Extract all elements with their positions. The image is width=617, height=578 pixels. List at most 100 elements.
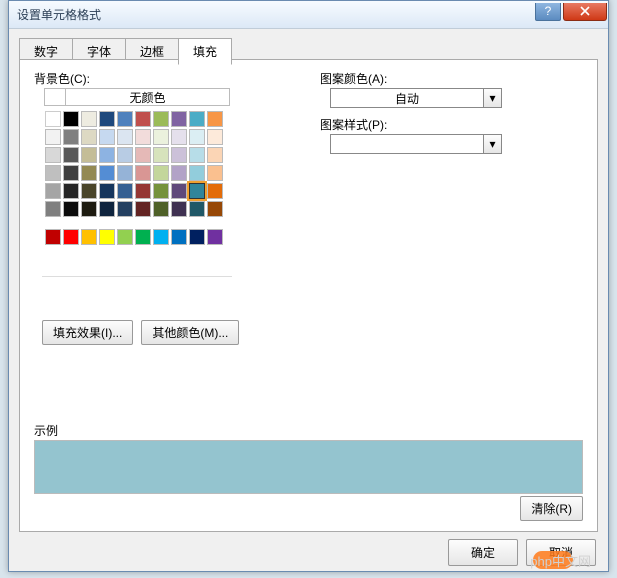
color-swatch[interactable] xyxy=(117,129,133,145)
tab-panel-fill: 背景色(C): 无颜色 填充效果(I)... 其他颜色(M)... 图案颜色(A… xyxy=(19,59,598,532)
color-swatch[interactable] xyxy=(207,165,223,181)
color-swatch[interactable] xyxy=(153,183,169,199)
color-swatch[interactable] xyxy=(81,129,97,145)
color-swatch[interactable] xyxy=(117,183,133,199)
color-swatch[interactable] xyxy=(135,201,151,217)
color-swatch[interactable] xyxy=(45,165,61,181)
color-swatch[interactable] xyxy=(135,183,151,199)
color-swatch[interactable] xyxy=(99,147,115,163)
no-color-swatch[interactable] xyxy=(45,89,65,105)
color-swatch[interactable] xyxy=(63,201,79,217)
color-swatch[interactable] xyxy=(45,129,61,145)
color-swatch[interactable] xyxy=(189,111,205,127)
color-swatch[interactable] xyxy=(63,111,79,127)
color-swatch[interactable] xyxy=(189,147,205,163)
no-color-row[interactable]: 无颜色 xyxy=(44,88,230,106)
pattern-style-select[interactable]: ▾ xyxy=(330,134,502,154)
color-swatch[interactable] xyxy=(135,111,151,127)
color-swatch[interactable] xyxy=(99,129,115,145)
color-swatch[interactable] xyxy=(189,201,205,217)
sample-preview xyxy=(34,440,583,494)
client-area: 数字 字体 边框 填充 背景色(C): 无颜色 填充效果(I)... 其他颜色(… xyxy=(9,29,608,571)
color-swatch[interactable] xyxy=(81,183,97,199)
window-title: 设置单元格格式 xyxy=(17,6,535,23)
color-swatch[interactable] xyxy=(81,165,97,181)
color-swatch[interactable] xyxy=(63,229,79,245)
close-icon xyxy=(580,6,590,16)
pattern-style-value xyxy=(331,135,483,153)
color-swatch[interactable] xyxy=(207,111,223,127)
color-swatch[interactable] xyxy=(171,201,187,217)
color-swatch[interactable] xyxy=(81,229,97,245)
color-swatch[interactable] xyxy=(171,165,187,181)
watermark-badge xyxy=(533,551,573,569)
pattern-color-value: 自动 xyxy=(331,90,483,107)
color-swatch[interactable] xyxy=(171,147,187,163)
color-swatch[interactable] xyxy=(135,165,151,181)
color-swatch[interactable] xyxy=(99,111,115,127)
color-swatch[interactable] xyxy=(207,129,223,145)
dialog-footer: 确定 取消 xyxy=(9,533,608,571)
color-swatch[interactable] xyxy=(153,201,169,217)
color-swatch[interactable] xyxy=(189,165,205,181)
background-color-label: 背景色(C): xyxy=(34,70,90,87)
color-swatch[interactable] xyxy=(207,201,223,217)
color-swatch[interactable] xyxy=(171,111,187,127)
help-button[interactable]: ? xyxy=(535,3,561,21)
color-swatch[interactable] xyxy=(99,201,115,217)
titlebar[interactable]: 设置单元格格式 ? xyxy=(9,1,608,29)
fill-effects-button[interactable]: 填充效果(I)... xyxy=(42,320,133,345)
color-swatch-grid xyxy=(44,110,230,246)
color-swatch[interactable] xyxy=(99,165,115,181)
color-swatch[interactable] xyxy=(207,147,223,163)
color-swatch[interactable] xyxy=(189,129,205,145)
dialog-format-cells: 设置单元格格式 ? 数字 字体 边框 填充 背景色(C): 无颜色 填充效果(I… xyxy=(8,0,609,572)
more-colors-button[interactable]: 其他颜色(M)... xyxy=(141,320,239,345)
color-swatch[interactable] xyxy=(207,183,223,199)
close-button[interactable] xyxy=(563,3,607,21)
color-swatch[interactable] xyxy=(153,229,169,245)
color-swatch[interactable] xyxy=(45,111,61,127)
color-swatch[interactable] xyxy=(45,147,61,163)
color-swatch[interactable] xyxy=(63,165,79,181)
pattern-style-label: 图案样式(P): xyxy=(320,116,387,133)
color-swatch[interactable] xyxy=(171,129,187,145)
color-swatch[interactable] xyxy=(45,183,61,199)
color-swatch[interactable] xyxy=(45,201,61,217)
color-swatch[interactable] xyxy=(99,183,115,199)
color-swatch[interactable] xyxy=(81,111,97,127)
color-swatch[interactable] xyxy=(153,147,169,163)
color-swatch[interactable] xyxy=(63,129,79,145)
color-swatch[interactable] xyxy=(45,229,61,245)
color-swatch[interactable] xyxy=(153,111,169,127)
ok-button[interactable]: 确定 xyxy=(448,539,518,566)
clear-button[interactable]: 清除(R) xyxy=(520,496,583,521)
color-swatch[interactable] xyxy=(171,183,187,199)
pattern-color-select[interactable]: 自动 ▾ xyxy=(330,88,502,108)
swatch-divider xyxy=(42,276,232,277)
color-swatch[interactable] xyxy=(207,229,223,245)
chevron-down-icon: ▾ xyxy=(483,135,501,153)
color-swatch[interactable] xyxy=(63,147,79,163)
color-swatch[interactable] xyxy=(117,165,133,181)
no-color-label[interactable]: 无颜色 xyxy=(65,89,229,105)
color-swatch[interactable] xyxy=(81,147,97,163)
pattern-color-label: 图案颜色(A): xyxy=(320,70,387,87)
color-swatch[interactable] xyxy=(117,229,133,245)
color-swatch[interactable] xyxy=(189,183,205,199)
color-swatch[interactable] xyxy=(63,183,79,199)
color-swatch[interactable] xyxy=(135,129,151,145)
color-swatch[interactable] xyxy=(153,165,169,181)
color-swatch[interactable] xyxy=(171,229,187,245)
tab-fill[interactable]: 填充 xyxy=(178,38,232,65)
color-swatch[interactable] xyxy=(135,229,151,245)
color-swatch[interactable] xyxy=(189,229,205,245)
color-swatch[interactable] xyxy=(117,201,133,217)
color-swatch[interactable] xyxy=(153,129,169,145)
color-swatch[interactable] xyxy=(99,229,115,245)
color-swatch[interactable] xyxy=(117,147,133,163)
sample-label: 示例 xyxy=(34,422,58,439)
color-swatch[interactable] xyxy=(81,201,97,217)
color-swatch[interactable] xyxy=(117,111,133,127)
color-swatch[interactable] xyxy=(135,147,151,163)
